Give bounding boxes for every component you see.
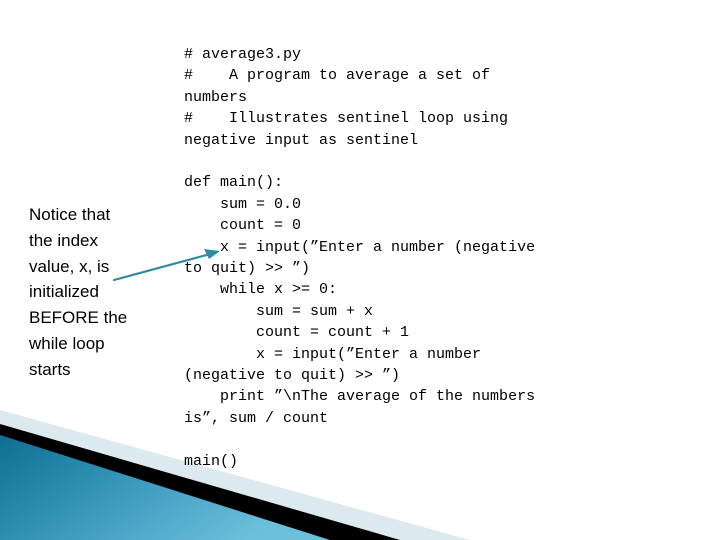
annotation-callout: Notice that the index value, x, is initiali… (29, 202, 149, 383)
annotation-line: while loop (29, 333, 105, 353)
code-line: sum = 0.0 (184, 195, 302, 213)
code-line: def main(): (184, 174, 284, 192)
code-line: count = count + 1 (184, 324, 410, 342)
annotation-line: value, x, is (29, 256, 110, 276)
code-line: # A program to average a set of numbers (184, 67, 500, 106)
code-line: # Illustrates sentinel loop using negati… (184, 110, 518, 149)
code-line: x = input(”Enter a number (negative to q… (184, 238, 545, 278)
annotation-line: starts (29, 359, 71, 379)
code-block: # average3.py # A program to average a se… (184, 44, 544, 472)
annotation-line: BEFORE the (29, 308, 128, 328)
code-line: main() (184, 452, 239, 470)
annotation-line: initialized (29, 282, 99, 302)
code-line: count = 0 (184, 217, 302, 235)
code-line: # average3.py (184, 46, 302, 63)
annotation-line: the index (29, 230, 98, 250)
annotation-line: Notice that (29, 205, 111, 224)
code-line: sum = sum + x (184, 302, 374, 320)
code-line: print ”\nThe average of the numbers is”,… (184, 388, 545, 427)
code-line: x = input(”Enter a number (negative to q… (184, 345, 491, 385)
code-line: while x >= 0: (184, 281, 338, 299)
slide-canvas: # average3.py # A program to average a se… (0, 0, 720, 540)
